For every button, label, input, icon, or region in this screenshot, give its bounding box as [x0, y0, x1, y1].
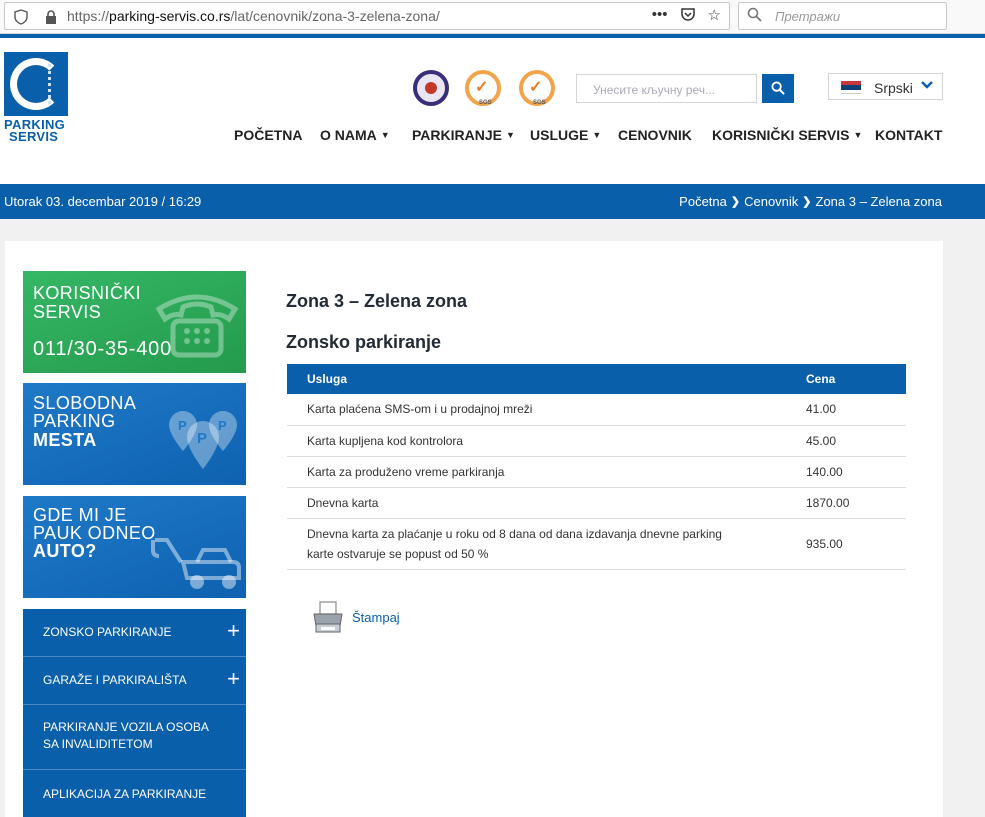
site-search-button[interactable] — [762, 74, 794, 103]
nav-item-o-nama[interactable]: O NAMA ▼ — [320, 127, 390, 143]
language-select[interactable]: Srpski — [828, 73, 943, 100]
table-row: Dnevna karta za plaćanje u roku od 8 dan… — [287, 518, 906, 570]
side-menu-aplikacija[interactable]: APLIKACIJA ZA PARKIRANJE — [23, 770, 246, 817]
service-cell: Karta plaćena SMS-om i u prodajnoj mreži — [287, 394, 806, 426]
bookmark-star-icon[interactable]: ☆ — [708, 6, 721, 26]
table-row: Karta plaćena SMS-om i u prodajnoj mreži… — [287, 394, 906, 426]
side-menu-zonsko-parkiranje[interactable]: ZONSKO PARKIRANJE + — [23, 609, 246, 657]
caret-down-icon: ▼ — [380, 130, 390, 140]
shield-icon[interactable] — [13, 9, 29, 25]
browser-divider — [0, 34, 985, 38]
price-cell: 41.00 — [806, 394, 906, 426]
side-menu: ZONSKO PARKIRANJE + GARAŽE I PARKIRALIŠT… — [23, 609, 246, 817]
chevron-right-icon: ❯ — [802, 196, 812, 208]
towed-car-banner[interactable]: GDE MI JE PAUK ODNEO AUTO? — [23, 496, 246, 598]
parking-pin-icon: P P P — [169, 411, 237, 469]
column-header-price: Cena — [806, 364, 906, 394]
pocket-icon[interactable] — [680, 6, 696, 26]
svg-text:P: P — [197, 430, 207, 447]
logo-text: PARKING SERVIS — [4, 117, 66, 144]
table-row: Dnevna karta 1870.00 — [287, 487, 906, 519]
current-date: Utorak 03. decembar 2019 / 16:29 — [4, 194, 202, 209]
nav-item-korisnicki-servis[interactable]: KORISNIČKI SERVIS ▼ — [712, 127, 862, 143]
svg-text:P: P — [178, 418, 187, 433]
search-placeholder: Претражи — [775, 9, 841, 24]
price-cell: 45.00 — [806, 425, 906, 457]
serbia-flag-icon — [841, 81, 861, 94]
lock-icon[interactable] — [43, 9, 59, 25]
address-bar[interactable]: https://parking-servis.co.rs/lat/cenovni… — [4, 2, 730, 30]
printer-icon[interactable] — [312, 600, 344, 634]
column-header-service: Usluga — [287, 364, 806, 394]
nav-item-usluge[interactable]: USLUGE ▼ — [530, 127, 601, 143]
chevron-right-icon: ❯ — [730, 196, 741, 208]
language-label: Srpski — [874, 80, 913, 96]
site-search-input[interactable]: Унесите кључну реч... — [576, 74, 757, 103]
service-cell: Karta kupljena kod kontrolora — [287, 425, 806, 457]
caret-down-icon: ▼ — [592, 130, 602, 140]
table-row: Karta za produženo vreme parkiranja 140.… — [287, 456, 906, 488]
info-bar: Utorak 03. decembar 2019 / 16:29 Početna… — [0, 184, 985, 219]
price-cell: 1870.00 — [806, 487, 906, 519]
page-title: Zona 3 – Zelena zona — [286, 291, 468, 311]
plus-icon[interactable]: + — [227, 668, 240, 690]
caret-down-icon: ▼ — [853, 130, 863, 140]
customer-service-banner[interactable]: KORISNIČKI SERVIS 011/30-35-400 — [23, 271, 246, 373]
search-icon — [747, 7, 762, 26]
search-icon — [771, 81, 785, 95]
breadcrumb: Početna ❯ Cenovnik ❯ Zona 3 – Zelena zon… — [679, 194, 942, 209]
page-actions-icon[interactable]: ••• — [652, 6, 668, 26]
print-label[interactable]: Štampaj — [352, 610, 400, 625]
service-cell: Dnevna karta za plaćanje u roku od 8 dan… — [287, 518, 806, 570]
plus-icon[interactable]: + — [227, 620, 240, 642]
breadcrumb-cenovnik[interactable]: Cenovnik — [744, 194, 798, 209]
browser-search-field[interactable]: Претражи — [738, 2, 947, 30]
side-menu-invaliditet[interactable]: PARKIRANJE VOZILA OSOBA SA INVALIDITETOM — [23, 705, 246, 770]
browser-toolbar: https://parking-servis.co.rs/lat/cenovni… — [0, 0, 985, 34]
quality-cert-badge — [413, 70, 449, 106]
logo-mark — [4, 52, 68, 116]
service-cell: Dnevna karta — [287, 487, 806, 519]
nav-item-kontakt[interactable]: KONTAKT — [875, 127, 942, 143]
service-cell: Karta za produženo vreme parkiranja — [287, 456, 806, 488]
chevron-down-icon — [921, 78, 933, 94]
tow-truck-icon — [151, 538, 241, 589]
breadcrumb-home[interactable]: Početna — [679, 194, 727, 209]
url-text[interactable]: https://parking-servis.co.rs/lat/cenovni… — [67, 8, 440, 24]
price-cell: 935.00 — [806, 518, 906, 570]
breadcrumb-current: Zona 3 – Zelena zona — [815, 194, 942, 209]
caret-down-icon: ▼ — [505, 130, 515, 140]
telephone-icon — [155, 294, 239, 358]
sgs-cert-badge: SGS — [465, 70, 501, 106]
free-parking-banner[interactable]: SLOBODNA PARKING MESTA P P P — [23, 383, 246, 485]
price-table: Usluga Cena Karta plaćena SMS-om i u pro… — [287, 364, 906, 570]
nav-item-pocetna[interactable]: POČETNA — [234, 127, 302, 143]
svg-text:P: P — [218, 418, 227, 433]
site-logo[interactable]: PARKING SERVIS — [4, 52, 68, 144]
sgs-cert-badge: SGS — [519, 70, 555, 106]
nav-item-cenovnik[interactable]: CENOVNIK — [618, 127, 692, 143]
nav-item-parkiranje[interactable]: PARKIRANJE ▼ — [412, 127, 515, 143]
side-menu-garaze[interactable]: GARAŽE I PARKIRALIŠTA + — [23, 657, 246, 705]
print-link[interactable]: Štampaj — [312, 600, 400, 634]
table-header-row: Usluga Cena — [287, 364, 906, 394]
table-row: Karta kupljena kod kontrolora 45.00 — [287, 425, 906, 457]
section-title: Zonsko parkiranje — [286, 332, 442, 352]
price-cell: 140.00 — [806, 456, 906, 488]
